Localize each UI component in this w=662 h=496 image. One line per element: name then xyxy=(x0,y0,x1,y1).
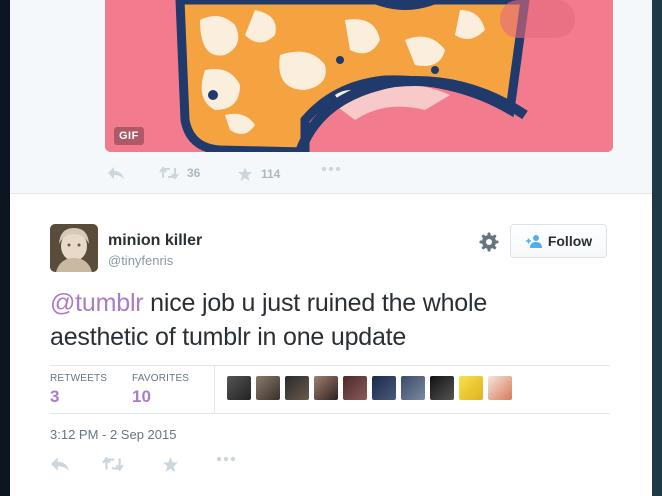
reply-button[interactable] xyxy=(50,456,70,472)
reply-icon xyxy=(108,167,124,179)
background-left xyxy=(0,0,10,496)
stats-divider xyxy=(214,366,215,413)
avatar[interactable] xyxy=(50,224,98,272)
favorites-stat[interactable]: FAVORITES 10 xyxy=(132,373,189,407)
reply-button[interactable] xyxy=(107,166,125,180)
more-icon xyxy=(321,166,341,172)
more-button[interactable] xyxy=(216,456,236,462)
gif-illustration xyxy=(105,0,613,152)
previous-tweet: GIF 36 114 xyxy=(10,0,652,194)
retweet-icon xyxy=(159,166,179,180)
tweet-timestamp[interactable]: 3:12 PM - 2 Sep 2015 xyxy=(50,427,176,442)
favoriter-avatars xyxy=(227,376,512,400)
retweet-icon xyxy=(102,456,124,472)
favorite-count: 114 xyxy=(261,167,281,181)
retweet-button[interactable] xyxy=(102,456,124,472)
gear-icon[interactable] xyxy=(478,231,500,253)
favoriter-avatar[interactable] xyxy=(227,376,251,400)
favoriter-avatar[interactable] xyxy=(256,376,280,400)
retweet-count: 36 xyxy=(187,166,201,180)
favoriter-avatar[interactable] xyxy=(430,376,454,400)
star-icon xyxy=(163,457,178,472)
tweet-text: @tumblr nice job u just ruined the whole… xyxy=(50,286,590,354)
retweet-button[interactable]: 36 xyxy=(159,166,200,180)
avatar-image xyxy=(50,224,98,272)
favoriter-avatar[interactable] xyxy=(372,376,396,400)
retweets-value: 3 xyxy=(50,387,60,406)
follow-button[interactable]: Follow xyxy=(510,224,607,258)
mention-link[interactable]: @tumblr xyxy=(50,289,144,317)
favoriter-avatar[interactable] xyxy=(285,376,309,400)
retweets-label: RETWEETS xyxy=(50,373,108,384)
favoriter-avatar[interactable] xyxy=(488,376,512,400)
more-icon xyxy=(216,456,236,462)
star-icon xyxy=(238,167,252,181)
author-username[interactable]: @tinyfenris xyxy=(108,253,173,268)
author-fullname[interactable]: minion killer xyxy=(108,232,202,250)
gif-media[interactable]: GIF xyxy=(105,0,613,152)
add-user-icon xyxy=(525,235,542,248)
tweet-stats: RETWEETS 3 FAVORITES 10 xyxy=(50,365,610,414)
follow-label: Follow xyxy=(547,233,593,249)
favoriter-avatar[interactable] xyxy=(401,376,425,400)
favoriter-avatar[interactable] xyxy=(343,376,367,400)
favorite-button[interactable]: 114 xyxy=(237,166,280,182)
more-button[interactable] xyxy=(321,166,341,172)
favoriter-avatar[interactable] xyxy=(459,376,483,400)
background-right xyxy=(652,0,662,496)
favoriter-avatar[interactable] xyxy=(314,376,338,400)
reply-icon xyxy=(51,457,69,471)
tweet-permalink: minion killer @tinyfenris Follow @tumblr… xyxy=(10,194,652,496)
favorite-button[interactable] xyxy=(162,456,179,473)
favorites-value: 10 xyxy=(132,387,151,406)
retweets-stat[interactable]: RETWEETS 3 xyxy=(50,373,107,407)
favorites-label: FAVORITES xyxy=(132,373,190,384)
gif-badge: GIF xyxy=(114,127,144,145)
